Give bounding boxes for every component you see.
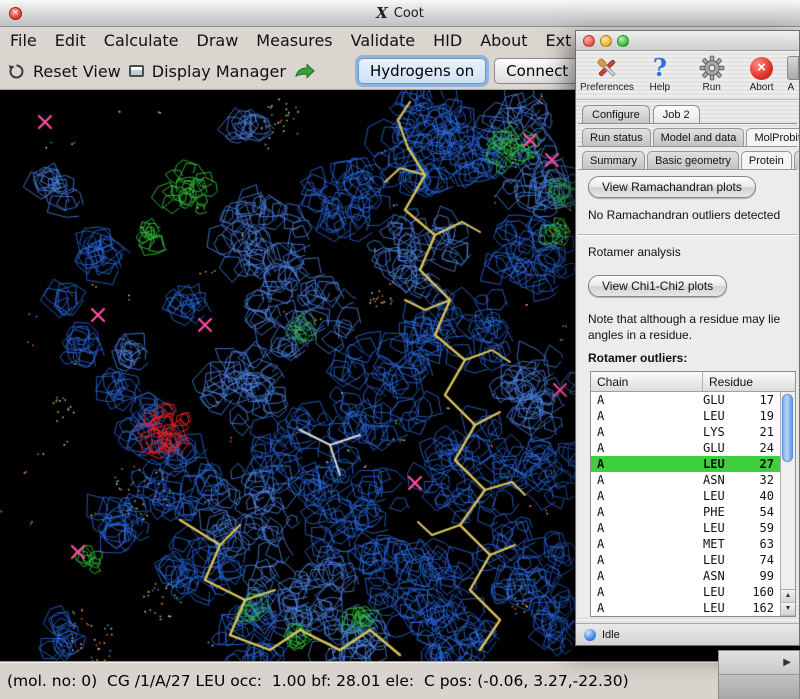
scrollbar-thumb[interactable] [782,394,793,462]
job-notebook: Run statusModel and dataMolProbity Summa… [578,123,797,617]
innertab-basic-geometry[interactable]: Basic geometry [647,151,739,169]
abort-icon: × [750,54,773,82]
table-scrollbar[interactable]: ▲ ▼ [780,392,795,616]
corner-lower-strip [719,675,799,699]
help-label: Help [650,82,671,93]
menu-edit[interactable]: Edit [46,31,95,50]
rotamer-table-body: AGLU17ALEU19ALYS21AGLU24ALEU27AASN32ALEU… [591,392,780,616]
title-text: Coot [394,6,424,21]
protein-tab-content: View Ramachandran plots No Ramachandran … [578,170,797,617]
partial-icon [787,54,799,82]
rotamer-row-lys-21[interactable]: ALYS21 [591,424,780,440]
menu-draw[interactable]: Draw [188,31,248,50]
menu-validate[interactable]: Validate [342,31,424,50]
reset-view-button[interactable]: Reset View [33,62,121,81]
abort-label: Abort [750,82,774,93]
close-icon[interactable]: × [9,7,22,20]
dialog-innertabs: SummaryBasic geometryProteinC [578,147,797,170]
rotamer-row-asn-32[interactable]: AASN32 [591,472,780,488]
partial-label: A [787,82,794,93]
separator [578,234,797,236]
corner-scroll-area: ▶ [719,651,799,675]
preferences-label: Preferences [580,82,634,93]
rotamer-note-line2: angles in a residue. [588,327,797,343]
coot-statusbar: (mol. no: 0) CG /1/A/27 LEU occ: 1.00 bf… [0,661,800,699]
coot-titlebar: × X Coot [0,0,800,27]
tab-configure[interactable]: Configure [582,105,650,123]
screen: × X Coot FileEditCalculateDrawMeasuresVa… [0,0,800,699]
rotamer-row-phe-54[interactable]: APHE54 [591,504,780,520]
scroll-right-icon[interactable]: ▶ [783,657,791,668]
background-window-corner: ▶ [718,650,800,699]
scroll-up-icon[interactable]: ▲ [781,590,795,603]
residue-column-header[interactable]: Residue [703,372,795,391]
window-title: X Coot [376,6,424,21]
innertab-c[interactable]: C [794,151,800,169]
rotamer-row-glu-24[interactable]: AGLU24 [591,440,780,456]
tab-job-2[interactable]: Job 2 [653,105,700,123]
preferences-button[interactable]: Preferences [580,54,634,93]
menu-hid[interactable]: HID [424,31,471,50]
dialog-tabs: ConfigureJob 2 [576,100,799,123]
help-button[interactable]: ?Help [636,54,684,93]
rotamer-row-leu-59[interactable]: ALEU59 [591,520,780,536]
rotamer-row-glu-17[interactable]: AGLU17 [591,392,780,408]
table-header: Chain Residue [591,372,795,392]
subtab-molprobity[interactable]: MolProbity [746,128,800,146]
view-ramachandran-button[interactable]: View Ramachandran plots [588,176,756,198]
rotamer-outliers-table: Chain Residue AGLU17ALEU19ALYS21AGLU24AL… [590,371,796,617]
run-label: Run [703,82,721,93]
clipped-toolbar-item[interactable]: A [787,54,799,93]
menu-about[interactable]: About [471,31,536,50]
help-icon: ? [653,54,667,82]
rotamer-row-leu-27[interactable]: ALEU27 [591,456,780,472]
molprobity-page: SummaryBasic geometryProteinC View Ramac… [578,146,797,617]
menu-file[interactable]: File [10,31,46,50]
molprobity-dialog: Preferences?HelpRun×AbortA ConfigureJob … [575,30,800,646]
status-dot-icon [584,629,596,641]
x11-icon: X [376,7,388,20]
close-traffic-icon[interactable] [583,35,595,47]
preferences-icon [594,54,620,82]
abort-button[interactable]: ×Abort [738,54,786,93]
view-chi-plots-button[interactable]: View Chi1-Chi2 plots [588,275,727,297]
subtab-run-status[interactable]: Run status [582,128,651,146]
rotamer-row-leu-19[interactable]: ALEU19 [591,408,780,424]
zoom-traffic-icon[interactable] [617,35,629,47]
display-manager-button[interactable]: Display Manager [152,62,286,81]
dialog-status-text: Idle [602,629,620,641]
dialog-statusbar: Idle [576,623,799,645]
subtab-model-and-data[interactable]: Model and data [653,128,745,146]
rotamer-section-title: Rotamer analysis [588,245,797,259]
run-button[interactable]: Run [688,54,736,93]
reset-view-icon[interactable] [8,63,25,80]
rotamer-row-leu-40[interactable]: ALEU40 [591,488,780,504]
menu-measures[interactable]: Measures [247,31,341,50]
menu-ext[interactable]: Ext [537,31,581,50]
dialog-titlebar[interactable] [576,31,799,51]
go-arrow-icon[interactable] [294,63,316,79]
minimize-traffic-icon[interactable] [600,35,612,47]
display-manager-icon[interactable] [129,65,144,77]
hydrogens-toggle[interactable]: Hydrogens on [358,58,486,84]
chain-column-header[interactable]: Chain [591,372,703,391]
rotamer-note-line1: Note that although a residue may lie [588,311,797,327]
ramachandran-result: No Ramachandran outliers detected [588,208,797,222]
innertab-summary[interactable]: Summary [582,151,645,169]
rotamer-row-leu-160[interactable]: ALEU160 [591,584,780,600]
rotamer-row-leu-162[interactable]: ALEU162 [591,600,780,616]
rotamer-note: Note that although a residue may lie ang… [588,311,797,343]
rotamer-row-met-63[interactable]: AMET63 [591,536,780,552]
run-icon [699,54,725,82]
innertab-protein[interactable]: Protein [741,151,792,169]
menu-calculate[interactable]: Calculate [95,31,188,50]
connect-button[interactable]: Connect [494,58,580,84]
scroll-down-icon[interactable]: ▼ [781,603,795,616]
rotamer-row-asn-99[interactable]: AASN99 [591,568,780,584]
dialog-subtabs: Run statusModel and dataMolProbity [578,124,797,146]
rotamer-outliers-label: Rotamer outliers: [588,351,797,365]
dialog-toolbar: Preferences?HelpRun×AbortA [576,51,799,100]
scrollbar-arrows: ▲ ▼ [781,589,795,616]
rotamer-row-leu-74[interactable]: ALEU74 [591,552,780,568]
